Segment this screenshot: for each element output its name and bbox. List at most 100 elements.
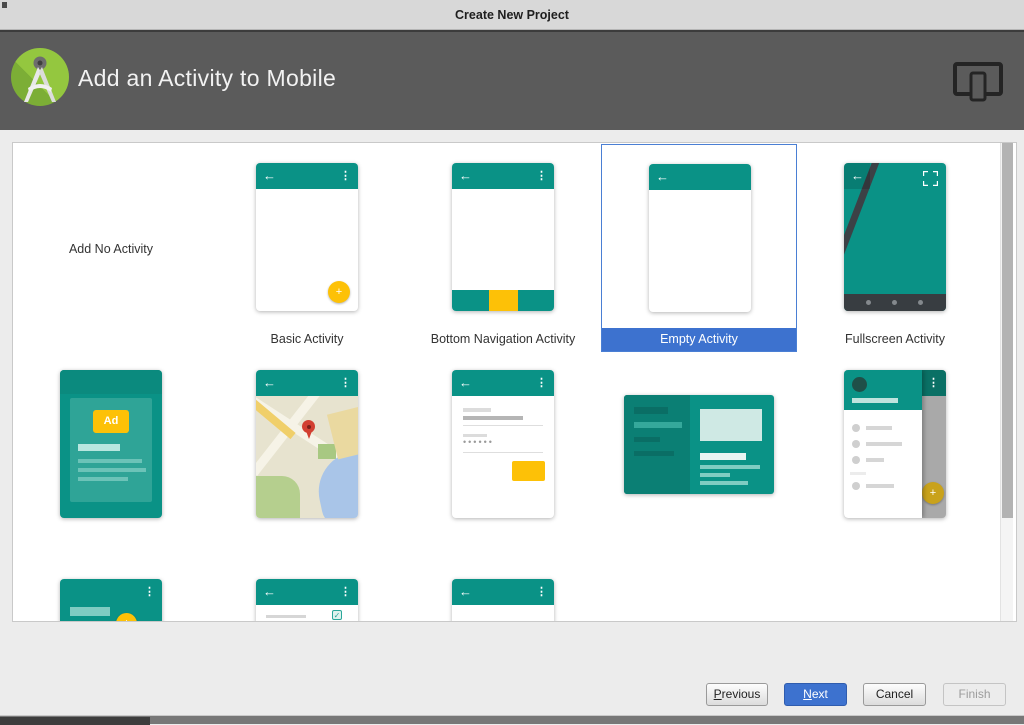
- activity-gallery: Add No Activity ← ⋮ + Basic Activity ← ⋮: [12, 142, 1017, 622]
- gallery-item-row3-col3[interactable]: ← ⋮: [405, 579, 601, 622]
- back-arrow-icon: ←: [851, 163, 864, 189]
- gallery-item-master-detail-flow[interactable]: Master/Detail Flow: [601, 370, 797, 580]
- selected-item-label[interactable]: Empty Activity: [602, 328, 796, 351]
- mobile-devices-icon: [950, 60, 1006, 106]
- system-nav-bar: [844, 294, 946, 311]
- thumbnail-fullscreen-activity[interactable]: ←: [844, 163, 946, 311]
- fullscreen-icon: [923, 171, 938, 186]
- admob-panel: Ad: [70, 398, 152, 502]
- gallery-item-basic-activity[interactable]: ← ⋮ + Basic Activity: [209, 143, 405, 353]
- nav-dot: [918, 300, 923, 305]
- drawer-item-icon: [852, 456, 860, 464]
- thumbnail-empty-activity[interactable]: ←: [649, 164, 751, 312]
- back-arrow-icon: ←: [459, 163, 472, 189]
- thumbnail-bottom-navigation-activity[interactable]: ← ⋮: [452, 163, 554, 311]
- text-stripe: [700, 453, 746, 460]
- text-stripe: [866, 484, 894, 488]
- cancel-button[interactable]: Cancel: [863, 683, 926, 706]
- text-stripe: [634, 451, 674, 456]
- fab-icon: +: [328, 281, 350, 303]
- thumbnail-settings-activity[interactable]: ← ⋮ ✓: [256, 579, 358, 622]
- gallery-item-bottom-navigation-activity[interactable]: ← ⋮ Bottom Navigation Activity: [405, 143, 601, 353]
- drawer-divider: [850, 472, 866, 475]
- drawer-item-icon: [852, 424, 860, 432]
- thumb-appbar: ← ⋮: [452, 370, 554, 396]
- kebab-menu-icon: ⋮: [144, 579, 155, 605]
- item-label[interactable]: Add No Activity: [13, 239, 209, 259]
- gallery-item-maps-activity[interactable]: ← ⋮ Google M: [209, 370, 405, 580]
- thumbnail-scrolling-activity[interactable]: ⋮ +: [60, 579, 162, 622]
- item-label[interactable]: Basic Activity: [209, 329, 405, 349]
- thumb-appbar: ← ⋮: [256, 579, 358, 605]
- previous-rest: revious: [722, 687, 761, 701]
- text-stripe: [78, 477, 128, 481]
- text-stripe: [700, 465, 760, 469]
- gallery-item-add-no-activity[interactable]: Add No Activity: [13, 143, 209, 353]
- item-label[interactable]: Bottom Navigation Activity: [405, 329, 601, 349]
- back-arrow-icon: ←: [263, 579, 276, 605]
- text-stripe: [866, 458, 884, 462]
- map-park-small: [318, 444, 336, 459]
- next-rest: ext: [812, 687, 828, 701]
- gallery-item-admob-activity[interactable]: Ad Google AdMob Ads Activity: [13, 370, 209, 580]
- next-mnemonic: N: [803, 687, 812, 701]
- gallery-item-navigation-drawer-activity[interactable]: ⋮ + N: [797, 370, 993, 580]
- fab-icon: +: [922, 482, 944, 504]
- text-stripe: [866, 442, 902, 446]
- field-underline: [463, 452, 543, 453]
- back-arrow-icon: ←: [263, 163, 276, 189]
- map-graphic: [256, 396, 358, 518]
- text-stripe: [866, 426, 892, 430]
- map-water: [311, 449, 358, 518]
- gallery-item-row3-col2[interactable]: ← ⋮ ✓: [209, 579, 405, 622]
- text-stripe: [852, 398, 898, 403]
- checkbox-icon: ✓: [332, 610, 342, 620]
- text-stripe: [78, 459, 142, 463]
- kebab-menu-icon: ⋮: [536, 370, 547, 396]
- create-new-project-dialog: Create New Project Add an Activity to Mo…: [0, 0, 1024, 724]
- thumbnail-row3-activity[interactable]: ← ⋮: [452, 579, 554, 622]
- drawer-header: [844, 370, 922, 410]
- compass-glyph: [11, 48, 69, 106]
- kebab-menu-icon: ⋮: [340, 370, 351, 396]
- scrollbar[interactable]: [1000, 143, 1013, 621]
- previous-mnemonic: P: [714, 687, 722, 701]
- previous-button[interactable]: Previous: [706, 683, 768, 706]
- thumbnail-master-detail-flow[interactable]: [624, 395, 774, 494]
- text-stripe: [78, 444, 120, 451]
- text-stripe: [634, 422, 682, 428]
- scrollbar-thumb[interactable]: [1002, 143, 1013, 518]
- gallery-item-fullscreen-activity[interactable]: ← Fullscreen Activity: [797, 143, 993, 353]
- detail-image-placeholder: [700, 409, 762, 441]
- thumb-appbar: ← ⋮: [256, 370, 358, 396]
- thumb-appbar: ← ⋮: [452, 163, 554, 189]
- nav-dot: [892, 300, 897, 305]
- thumbnail-admob-activity[interactable]: Ad: [60, 370, 162, 518]
- back-arrow-icon: ←: [459, 579, 472, 605]
- window-title: Create New Project: [0, 0, 1024, 30]
- gallery-item-row3-col1[interactable]: ⋮ +: [13, 579, 209, 622]
- window-titlebar[interactable]: Create New Project: [0, 0, 1024, 30]
- next-button[interactable]: Next: [784, 683, 847, 706]
- thumbnail-login-activity[interactable]: ← ⋮ ••••••: [452, 370, 554, 518]
- back-square: ←: [844, 163, 870, 189]
- master-list-panel: [624, 395, 690, 494]
- kebab-menu-icon: ⋮: [928, 370, 939, 396]
- thumb-appbar: ← ⋮: [452, 579, 554, 605]
- back-arrow-icon: ←: [459, 370, 472, 396]
- item-label[interactable]: Fullscreen Activity: [797, 329, 993, 349]
- gallery-item-empty-activity-selected[interactable]: ← Empty Activity: [601, 144, 797, 352]
- thumbnail-maps-activity[interactable]: ← ⋮: [256, 370, 358, 518]
- text-stripe: [700, 481, 748, 485]
- finish-button[interactable]: Finish: [943, 683, 1006, 706]
- gallery-item-login-activity[interactable]: ← ⋮ •••••• Login Activity: [405, 370, 601, 580]
- thumbnail-navigation-drawer-activity[interactable]: ⋮ +: [844, 370, 946, 518]
- field-value: [463, 416, 523, 420]
- wizard-header: Add an Activity to Mobile: [0, 30, 1024, 130]
- thumbnail-basic-activity[interactable]: ← ⋮ +: [256, 163, 358, 311]
- thumb-appbar: ←: [649, 164, 751, 190]
- back-arrow-icon: ←: [263, 370, 276, 396]
- text-stripe: [266, 615, 306, 618]
- field-placeholder: [463, 408, 491, 412]
- ad-badge: Ad: [93, 410, 129, 433]
